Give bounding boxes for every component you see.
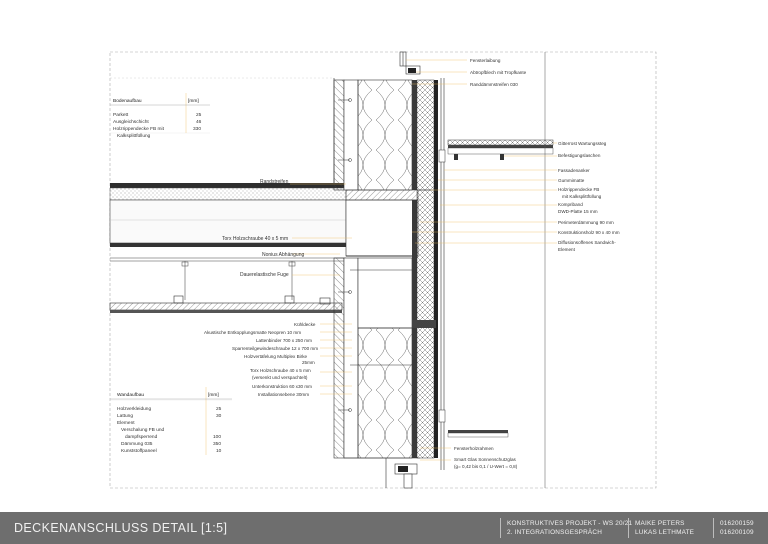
divider	[713, 518, 714, 538]
label-25mm: 25mm	[302, 360, 315, 365]
label-konstruktionsholz: Konstruktionsholz 90 x 40 mm	[558, 230, 620, 235]
label-perimeterdaemmung: Perimeterdämmung 90 mm	[558, 220, 614, 225]
wall-row-value: 100	[213, 434, 221, 440]
wall-row-value: 30	[216, 413, 222, 419]
author-name-2: LUKAS LETHMATE	[635, 528, 695, 536]
label-holzvertaefelung: Holzvertäfelung Multiplex Birke	[244, 354, 308, 359]
detail-drawing: Fensterlaibung Abtropfblech mit Tropfkan…	[109, 51, 657, 489]
floor-table-title: Bodenaufbau	[113, 98, 142, 104]
slab-edge	[345, 199, 419, 257]
label-torx-schraube: Torx Holzschraube 40 x 5 mm	[222, 236, 288, 242]
title-block: DECKENANSCHLUSS DETAIL [1:5] KONSTRUKTIV…	[0, 512, 768, 544]
label-gummimatte: Gummimatte	[558, 178, 585, 183]
label-abtropfblech: Abtropfblech mit Tropfkante	[470, 70, 527, 75]
label-befestigungslaschen: Befestigungslaschen	[558, 153, 601, 158]
divider	[628, 518, 629, 538]
label-sparrenschraube: Sparrenteilgewindeschraube 12 x 700 mm	[232, 346, 318, 351]
label-kuehldecke: Kühldecke	[294, 322, 316, 327]
project-info: KONSTRUKTIVES PROJEKT - WS 20/21 2. INTE…	[507, 520, 632, 537]
label-nonius: Nonius Abhängung	[262, 252, 304, 258]
grating-walkway	[447, 139, 554, 438]
floor-row-name: Kalksplittfüllung	[117, 133, 151, 139]
label-fuge: Dauerelastische Fuge	[240, 272, 289, 278]
wall-row-value: 10	[216, 448, 222, 454]
project-line-2: 2. INTEGRATIONSGESPRÄCH	[507, 528, 603, 536]
floor-table-unit: [mm]	[188, 98, 199, 104]
window-bottom	[344, 457, 420, 489]
label-dwd-platte: DWD-Platte 15 mm	[558, 209, 598, 214]
facade	[438, 78, 446, 470]
wall-row-name: Kunststoffpaneel	[121, 448, 157, 454]
student-ids: 016200159 016200109	[720, 520, 754, 537]
wall-row-name: Dämmung 035	[121, 441, 153, 447]
label-smart-glas: Smart Glas Sonnenschutzglas	[454, 457, 516, 462]
label-fensterholzrahmen: Fensterholzrahmen	[454, 446, 494, 451]
label-entkopplungsmatte: Akustische Entkopplungsmatte Neopren 10 …	[204, 330, 301, 335]
divider	[500, 518, 501, 538]
label-gitterrost: Gitterrost Wartungssteg	[558, 141, 607, 146]
label-installationsebene: Installationsebene 30mm	[258, 392, 309, 397]
wall-table-unit: [mm]	[208, 392, 219, 398]
label-randstreifen: Randstreifen	[260, 179, 289, 185]
student-id-2: 016200109	[720, 528, 754, 536]
wall-row-value: 350	[213, 441, 221, 447]
wall-table: Wandaufbau [mm] Holzverkleidung 25 Lattu…	[110, 392, 232, 454]
author-names: MAIKE PETERS LUKAS LETHMATE	[635, 520, 694, 537]
window-top	[399, 51, 421, 75]
wall-table-title: Wandaufbau	[117, 392, 144, 398]
author-name-1: MAIKE PETERS	[635, 520, 685, 527]
label-kompriband: Kompriband	[558, 202, 583, 207]
drawing-title: DECKENANSCHLUSS DETAIL [1:5]	[14, 521, 228, 535]
labels-right: Fensterlaibung Abtropfblech mit Tropfkan…	[454, 58, 620, 469]
label-fassadenanker: Fassadenanker	[558, 168, 590, 173]
floor-row-name: Ausgleichschicht	[113, 119, 149, 125]
wall-row-name: dampfsperrend	[125, 434, 158, 440]
wall-upper	[333, 79, 438, 191]
label-g-wert: (g= 0,42 bis 0,1 / U-Wert = 0,8)	[454, 464, 518, 469]
label-unterkonstruktion: Unterkonstruktion 60 x30 mm	[252, 384, 312, 389]
label-lattenbinder: Lattenbinder 700 x 250 mm	[256, 338, 312, 343]
label-sandwich: Diffusionsoffenes Sandwich-	[558, 240, 616, 245]
wall-row-name: Holzverkleidung	[117, 406, 151, 412]
label-torx-versenkt: Torx Holzschraube 40 x 5 mm	[250, 368, 311, 373]
label-element: Element	[558, 247, 576, 252]
label-kalksplitt: mit Kalksplittfüllung	[562, 194, 602, 199]
ceiling-slab	[109, 183, 347, 313]
label-randdaemmstreifen: Randdämmstreifen 030	[470, 82, 518, 87]
floor-row-value: 330	[193, 126, 201, 132]
project-line-1: KONSTRUKTIVES PROJEKT - WS 20/21	[507, 520, 633, 527]
wall-row-value: 25	[216, 406, 222, 412]
wall-row-name: Verschalung FB und	[121, 427, 165, 433]
label-fensterlaibung: Fensterlaibung	[470, 58, 501, 63]
student-id-1: 016200159	[720, 520, 754, 527]
floor-row-name: Parkett	[113, 112, 129, 118]
label-verspachtelt: (versenkt und verspachtelt)	[252, 375, 308, 380]
wall-row-name: Element	[117, 420, 135, 426]
wall-row-name: Lattung	[117, 413, 133, 419]
floor-row-name: Holzrippendecke FB mit	[113, 126, 165, 132]
floor-row-value: 25	[196, 112, 202, 118]
floor-row-value: 46	[196, 119, 202, 125]
label-holzrippendecke: Holzrippendecke FB	[558, 187, 599, 192]
